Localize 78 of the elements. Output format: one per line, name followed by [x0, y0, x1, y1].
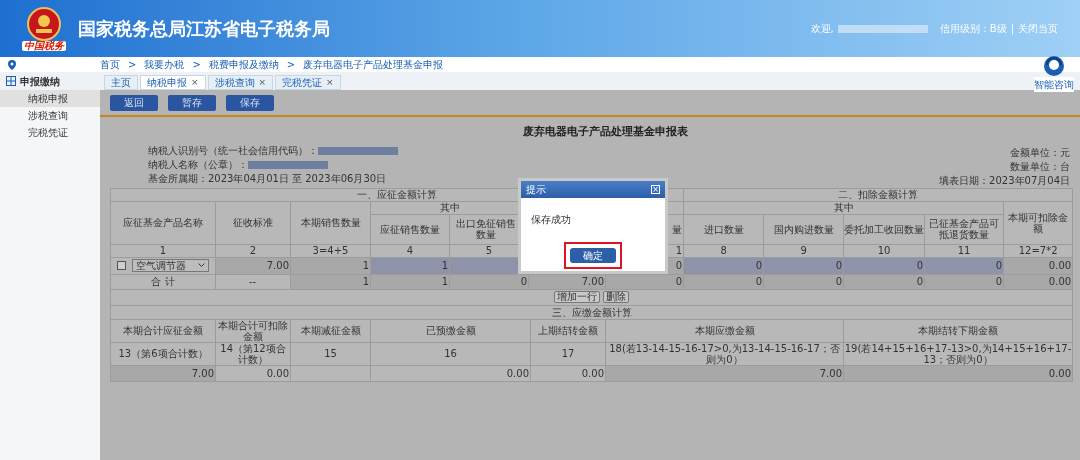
sidebar-heading: 申报缴纳: [0, 72, 100, 90]
column-header: 本期结转下期金额: [843, 319, 1073, 342]
row-button[interactable]: 删除: [603, 291, 630, 303]
form-title: 废弃电器电子产品处理基金申报表: [521, 124, 689, 140]
column-header: 委托加工收回数量: [843, 214, 925, 244]
tab[interactable]: 完税凭证 ×: [275, 75, 341, 90]
column-number: 2: [215, 244, 291, 257]
toolbar-button[interactable]: 保存: [226, 94, 274, 111]
column-header: 应征销售数量: [370, 214, 450, 244]
column-formula: 17: [530, 342, 606, 365]
tab-close-button[interactable]: ×: [191, 75, 199, 90]
column-header: 征收标准: [215, 201, 291, 244]
info-text: 金额单位：元: [1010, 145, 1070, 157]
tab[interactable]: 主页: [104, 75, 138, 90]
toolbar-button[interactable]: 返回: [110, 94, 158, 111]
column-header: 进口数量: [683, 214, 764, 244]
logo-text: 中国税务: [22, 40, 66, 51]
column-number: 4: [370, 244, 450, 257]
separator-text: |: [1010, 22, 1014, 36]
tab-close-button[interactable]: ×: [326, 75, 334, 90]
breadcrumb-link[interactable]: 我要办税: [144, 57, 185, 72]
column-header: 应征基金产品名称: [110, 201, 216, 244]
sidebar-item[interactable]: 涉税查询: [0, 107, 100, 124]
column-number: 9: [763, 244, 844, 257]
section-heading: 三、应缴金额计算: [110, 305, 1073, 319]
breadcrumb-separator: >: [286, 58, 296, 72]
emblem-icon: [27, 6, 61, 41]
tab-close-button[interactable]: ×: [258, 75, 267, 90]
column-header: 国内购进数量: [763, 214, 844, 244]
dialog-message: 保存成功: [530, 213, 572, 227]
column-header: 上期结转金额: [530, 319, 606, 342]
tab[interactable]: 涉税查询 ×: [207, 75, 274, 90]
column-header: 本期销售数量: [290, 201, 371, 244]
column-number: 12=7*2: [1003, 244, 1073, 257]
breadcrumb-link[interactable]: 税费申报及缴纳: [208, 57, 279, 72]
column-number: 10: [843, 244, 925, 257]
tab[interactable]: 纳税申报 ×: [140, 75, 206, 90]
dialog-close-button[interactable]: ×: [651, 185, 660, 194]
grid-icon: [6, 76, 16, 86]
column-header: 本期应缴金额: [605, 319, 844, 342]
row-button[interactable]: 增加一行: [554, 291, 601, 303]
breadcrumb-separator: >: [192, 58, 201, 72]
column-formula: 19(若14+15+16+17-13>0,为14+15+16+17-13；否则为0）: [843, 342, 1073, 365]
column-header: 本期减征金额: [290, 319, 371, 342]
confirm-button[interactable]: 确定: [570, 248, 616, 263]
column-header: 本期合计可扣除金额: [215, 319, 291, 342]
sidebar-item[interactable]: 完税凭证: [0, 124, 100, 141]
breadcrumb-separator: >: [128, 58, 137, 72]
column-header: 已预缴金额: [370, 319, 531, 342]
column-formula: 16: [370, 342, 531, 365]
info-label: 纳税人名称（公章）：: [148, 158, 248, 172]
column-number: 3=4+5: [290, 244, 371, 257]
info-text: 填表日期：2023年07月04日: [939, 173, 1070, 185]
chevron-down-icon: [198, 263, 205, 268]
group-header: 其中: [683, 201, 1004, 214]
column-number: 1: [110, 244, 216, 257]
help-label[interactable]: 智能咨询: [1034, 77, 1074, 92]
row-checkbox[interactable]: [117, 261, 126, 270]
column-number: 11: [924, 244, 1004, 257]
info-label: 纳税人识别号（统一社会信用代码）：: [148, 144, 318, 158]
breadcrumb-link[interactable]: 废弃电器电子产品处理基金申报: [303, 57, 444, 72]
section-heading: 二、扣除金额计算: [683, 188, 1073, 201]
info-text: 数量单位：台: [1010, 159, 1070, 171]
sidebar-item[interactable]: 纳税申报: [0, 90, 100, 107]
site-title: 国家税务总局江苏省电子税务局: [78, 17, 330, 41]
column-header: 本期合计应征金额: [110, 319, 216, 342]
credit-level: 信用级别：B级: [939, 22, 1007, 36]
column-formula: 14（第12项合计数）: [215, 342, 291, 365]
column-formula: 13（第6项合计数）: [110, 342, 216, 365]
toolbar-button[interactable]: 暂存: [168, 94, 216, 111]
product-dropdown[interactable]: 空气调节器: [132, 259, 209, 272]
breadcrumb-link[interactable]: 首页: [100, 57, 120, 72]
column-formula: 15: [290, 342, 371, 365]
info-value: 2023年04月01日 至 2023年06月30日: [208, 172, 387, 186]
welcome-text: 欢迎,: [810, 22, 834, 36]
info-label: 基金所属期：: [148, 172, 208, 186]
column-number: 8: [683, 244, 764, 257]
column-formula: 18(若13-14-15-16-17>0,为13-14-15-16-17；否则为0）: [605, 342, 844, 365]
